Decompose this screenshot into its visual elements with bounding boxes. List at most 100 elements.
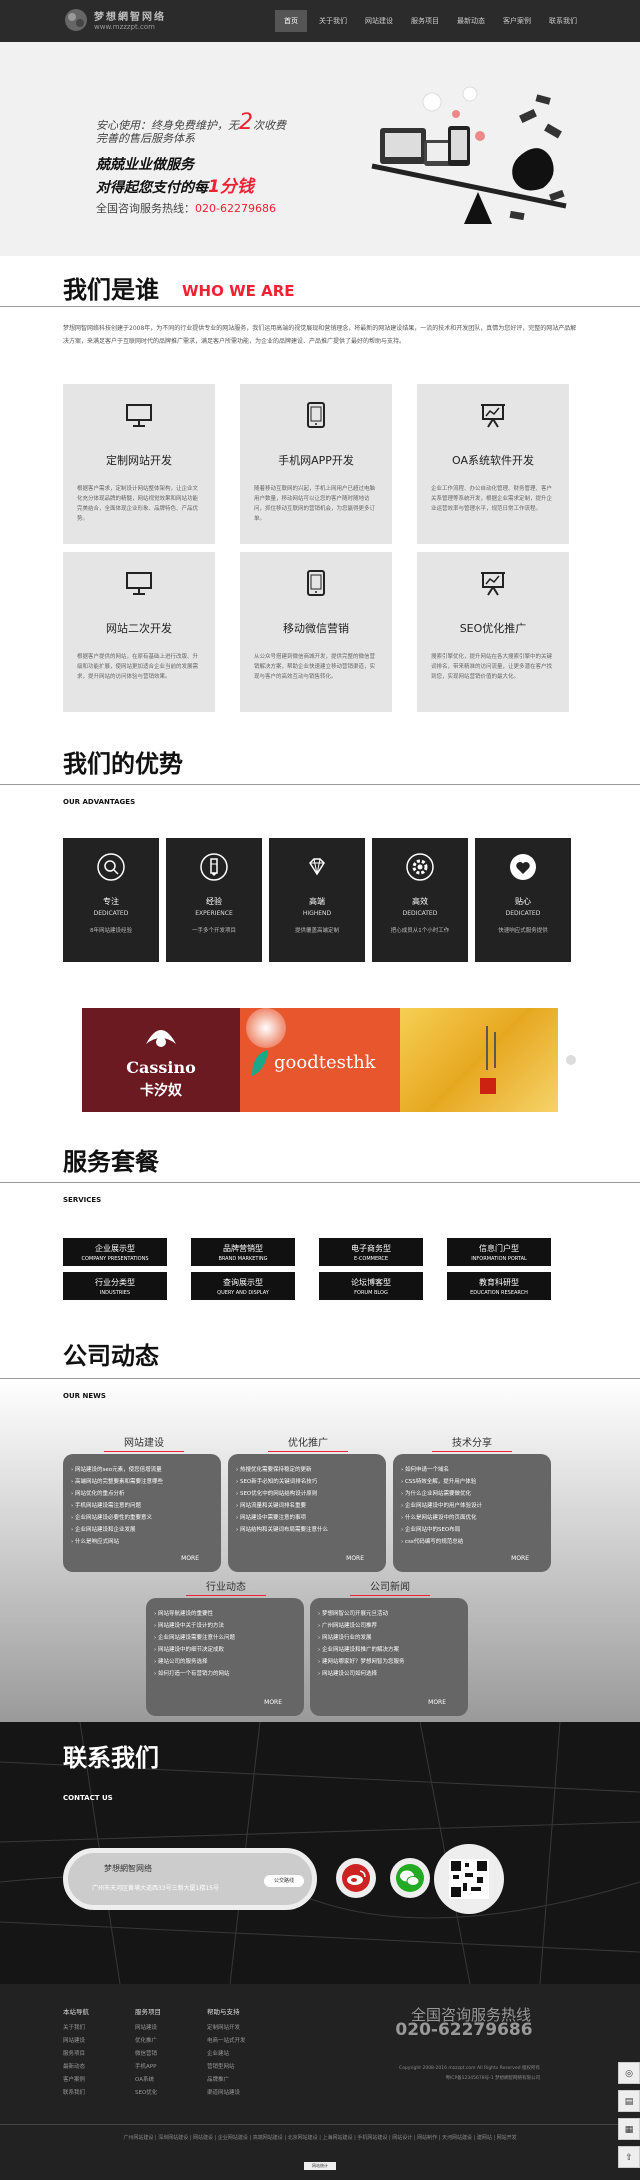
side-weibo-button[interactable]: ◎: [618, 2062, 640, 2084]
footer-link[interactable]: 服务项目: [63, 2048, 123, 2061]
package-cn: 教育科研型: [479, 1278, 519, 1287]
news-item[interactable]: 企业网站建设需要注意什么问题: [154, 1632, 296, 1644]
package-en: INFORMATION PORTAL: [471, 1256, 527, 1262]
news-item[interactable]: 网站导航建设的重要性: [154, 1608, 296, 1620]
news-item[interactable]: css代码编写的规范总结: [401, 1536, 543, 1548]
case-gold-brand[interactable]: [400, 1008, 558, 1112]
nav-services[interactable]: 服务项目: [405, 10, 445, 32]
route-button[interactable]: 公交路线: [264, 1875, 304, 1887]
news-item[interactable]: SEO新手必知的关键词排名技巧: [236, 1476, 378, 1488]
news-item[interactable]: 广州网站建设公司推荐: [318, 1620, 460, 1632]
footer-link[interactable]: 定制网站开发: [207, 2022, 267, 2035]
news-more-link[interactable]: MORE: [511, 1555, 529, 1562]
news-item[interactable]: 企业网站建设和企业发展: [71, 1524, 213, 1536]
back-to-top-button[interactable]: ⇧: [618, 2146, 640, 2168]
news-group-heading[interactable]: 行业动态: [186, 1578, 266, 1596]
news-group-heading[interactable]: 优化推广: [268, 1434, 348, 1452]
nav-website[interactable]: 网站建设: [359, 10, 399, 32]
news-item[interactable]: 网站建设公司如何选择: [318, 1668, 460, 1680]
package-en: QUERY AND DISPLAY: [217, 1290, 269, 1296]
news-item[interactable]: 什么是响应式网站: [71, 1536, 213, 1548]
case-cassino[interactable]: Cassino 卡汐奴: [82, 1008, 240, 1112]
news-item[interactable]: 建站公司的服务选择: [154, 1656, 296, 1668]
footer-link[interactable]: 网站建设: [135, 2022, 195, 2035]
news-item[interactable]: 网站流量和关键词排名重要: [236, 1500, 378, 1512]
news-item[interactable]: 网站建设的seo元素，使您倍增流量: [71, 1464, 213, 1476]
footer-link[interactable]: 优化推广: [135, 2035, 195, 2048]
nav-news[interactable]: 最新动态: [451, 10, 491, 32]
news-item[interactable]: 企业网站建设中的用户体验设计: [401, 1500, 543, 1512]
news-item[interactable]: 网站结构和关键词布局需要注意什么: [236, 1524, 378, 1536]
footer-link[interactable]: 微信营销: [135, 2048, 195, 2061]
case-goodtesthk[interactable]: goodtesthk: [240, 1008, 400, 1112]
case-gold-script: [494, 1032, 496, 1068]
news-item[interactable]: 网站建设中需要注意的事项: [236, 1512, 378, 1524]
news-item[interactable]: 网站优化的重点分析: [71, 1488, 213, 1500]
footer-friend-links[interactable]: 广州网站建设 | 深圳网站建设 | 网站建设 | 企业网站建设 | 高端网站建设…: [0, 2134, 640, 2141]
stats-badge[interactable]: 网站统计: [304, 2162, 336, 2170]
footer-link[interactable]: 联系我们: [63, 2087, 123, 2100]
package-ecommerce[interactable]: 电子商务型 E-COMMERCE: [319, 1238, 423, 1266]
package-query[interactable]: 查询展示型 QUERY AND DISPLAY: [191, 1272, 295, 1300]
news-item[interactable]: 建网站哪家好？梦想网智为您服务: [318, 1656, 460, 1668]
news-item[interactable]: 手机网站建设需注意的问题: [71, 1500, 213, 1512]
nav-home[interactable]: 首页: [275, 10, 307, 32]
service-card-oa-software[interactable]: OA系统软件开发 企业工作流程、办公自动化管理、财务管理、客户关系管理等系统开发…: [417, 384, 569, 544]
news-item[interactable]: 网站建设行业的发展: [318, 1632, 460, 1644]
news-item[interactable]: 企业网站建设必要性的重要意义: [71, 1512, 213, 1524]
news-item[interactable]: 网站建设中关于设计的方法: [154, 1620, 296, 1632]
news-more-link[interactable]: MORE: [428, 1699, 446, 1706]
side-book-button[interactable]: ▤: [618, 2090, 640, 2112]
news-item[interactable]: 梦想网智公司开展元旦活动: [318, 1608, 460, 1620]
news-more-link[interactable]: MORE: [264, 1699, 282, 1706]
footer-link[interactable]: 企业建站: [207, 2048, 267, 2061]
nav-cases[interactable]: 客户案例: [497, 10, 537, 32]
news-item[interactable]: SEO优化中的网站结构设计原则: [236, 1488, 378, 1500]
news-item[interactable]: 热搜优化需要保持稳定的更新: [236, 1464, 378, 1476]
footer-link[interactable]: 网站建设: [63, 2035, 123, 2048]
package-portal[interactable]: 信息门户型 INFORMATION PORTAL: [447, 1238, 551, 1266]
footer-link[interactable]: 手机APP: [135, 2061, 195, 2074]
news-item[interactable]: 什么是网站建设中的页面优化: [401, 1512, 543, 1524]
wechat-button[interactable]: [390, 1858, 430, 1898]
package-industries[interactable]: 行业分类型 INDUSTRIES: [63, 1272, 167, 1300]
footer-link[interactable]: 渠道网站建设: [207, 2087, 267, 2100]
package-company[interactable]: 企业展示型 COMPANY PRESENTATIONS: [63, 1238, 167, 1266]
carousel-dot[interactable]: [566, 1055, 576, 1065]
news-group-heading[interactable]: 技术分享: [432, 1434, 512, 1452]
news-more-link[interactable]: MORE: [346, 1555, 364, 1562]
news-more-link[interactable]: MORE: [181, 1555, 199, 1562]
contact-company: 梦想網智网络: [104, 1864, 152, 1873]
service-card-secondary-dev[interactable]: 网站二次开发 根据客户提供的网站，在原有基础上进行改版、升级和功能扩展，使网站更…: [63, 552, 215, 712]
footer-link[interactable]: 营销型网站: [207, 2061, 267, 2074]
footer-link[interactable]: 最新动态: [63, 2061, 123, 2074]
package-forum[interactable]: 论坛博客型 FORUM BLOG: [319, 1272, 423, 1300]
news-item[interactable]: CSS特效全解，提升用户体验: [401, 1476, 543, 1488]
footer-link[interactable]: SEO优化: [135, 2087, 195, 2100]
package-education[interactable]: 教育科研型 EDUCATION RESEARCH: [447, 1272, 551, 1300]
logo[interactable]: 梦想網智网络 www.mzzzpt.com: [62, 6, 182, 36]
news-item[interactable]: 为什么企业网站需要做优化: [401, 1488, 543, 1500]
service-card-custom-website[interactable]: 定制网站开发 根据客户需求，定制设计网站整体架构，让企业文化充分体现品牌的精髓，…: [63, 384, 215, 544]
footer-link[interactable]: 关于我们: [63, 2022, 123, 2035]
service-card-seo[interactable]: SEO优化推广 搜索引擎优化，提升网站在各大搜索引擎中的关键词排名，带来精准的访…: [417, 552, 569, 712]
news-item[interactable]: 如何打造一个有营销力的网站: [154, 1668, 296, 1680]
footer-link[interactable]: 客户案例: [63, 2074, 123, 2087]
news-item[interactable]: 高端网站的完整要素和需要注意哪些: [71, 1476, 213, 1488]
news-group-heading[interactable]: 公司新闻: [350, 1578, 430, 1596]
service-card-wechat-marketing[interactable]: 移动微信营销 从公众号搭建到微信商城开发，提供完整的微信营销解决方案，帮助企业快…: [240, 552, 392, 712]
footer-link[interactable]: 品牌推广: [207, 2074, 267, 2087]
news-item[interactable]: 企业网站中的SEO布局: [401, 1524, 543, 1536]
news-item[interactable]: 企业网站建设和推广的解决方案: [318, 1644, 460, 1656]
nav-contact[interactable]: 联系我们: [543, 10, 583, 32]
service-card-mobile-app[interactable]: 手机网APP开发 随着移动互联网的兴起，手机上网用户已超过电脑用户数量，移动网站…: [240, 384, 392, 544]
news-group-heading[interactable]: 网站建设: [104, 1434, 184, 1452]
news-item[interactable]: 如何申请一个域名: [401, 1464, 543, 1476]
nav-about[interactable]: 关于我们: [313, 10, 353, 32]
news-item[interactable]: 网站建设中的细节决定成败: [154, 1644, 296, 1656]
footer-link[interactable]: 电商一站式开发: [207, 2035, 267, 2048]
side-qr-button[interactable]: ▦: [618, 2118, 640, 2140]
footer-link[interactable]: OA系统: [135, 2074, 195, 2087]
package-brand[interactable]: 品牌营销型 BRAND MARKETING: [191, 1238, 295, 1266]
weibo-button[interactable]: [336, 1858, 376, 1898]
